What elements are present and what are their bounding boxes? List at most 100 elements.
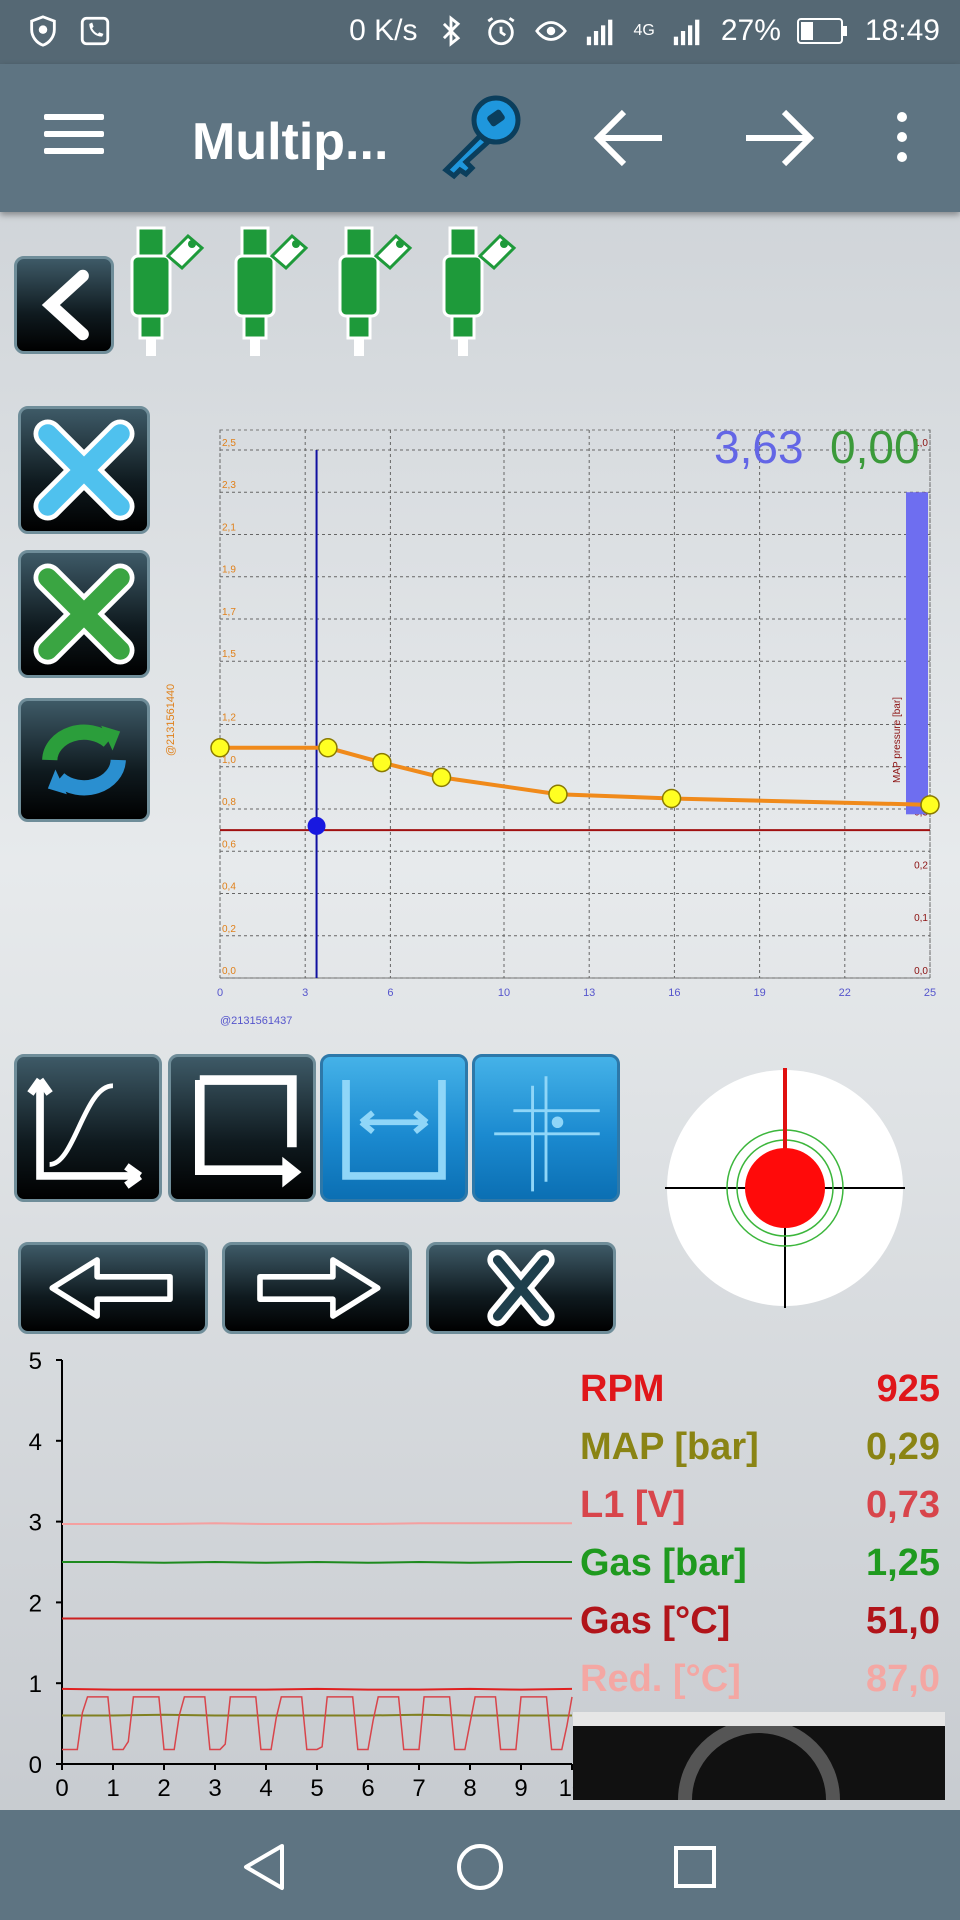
close-blue-icon [33,419,135,521]
gauge-thumbnail[interactable] [573,1712,945,1801]
y-axis-id: @2131561440 [165,684,177,756]
x-tick-label: 16 [668,987,680,999]
plot-frame [219,429,931,979]
y-tick-label: 2,3 [222,480,236,491]
chevron-left-icon [41,269,89,341]
x-tick-label: 10 [498,987,510,999]
battery-percent: 27% [720,14,781,47]
next-button[interactable] [222,1242,412,1334]
nav-recents-icon[interactable] [670,1842,720,1892]
signal-icon [673,19,700,46]
key-icon[interactable] [432,88,528,184]
y-tick-label: 0,8 [222,797,236,808]
arrow-left-icon[interactable] [592,100,668,176]
curve-point [661,788,682,809]
y-tick-label: 0,4 [222,882,236,893]
eye-icon [534,21,567,41]
back-button[interactable] [14,256,114,354]
status-bar: 0 K/s 4G 27% 18:49 [0,0,960,64]
clear-blue-button[interactable] [18,406,150,534]
curve-icon [27,1077,143,1189]
live-chart: 012345012345678910 [0,1340,586,1810]
nav-home-icon[interactable] [455,1842,505,1892]
y-tick-label: 2,5 [222,438,236,449]
y-tick-label: 4 [29,1429,42,1456]
bluetooth-icon [442,15,460,47]
delete-button[interactable] [426,1242,616,1334]
lambda-target [665,1068,905,1308]
curve-point [920,795,940,815]
more-vert-icon[interactable] [890,112,914,172]
readout-value: 51,0 [866,1599,940,1642]
rect-mode-button[interactable] [168,1054,316,1202]
readout-label: L1 [V] [580,1483,686,1526]
refresh-icon [42,724,126,796]
injector-icon[interactable] [430,222,536,362]
x-tick-label: 9 [514,1775,527,1802]
map-chart-svg[interactable]: 0 3 6 10 13 16 19 22 250,00,20,40,60,81,01,21,51… [160,420,940,1030]
alarm-icon [486,17,515,46]
readout-blue: 3,63 [714,421,804,473]
x-tick-label: 6 [387,987,393,999]
readout-value: 0,29 [866,1425,940,1468]
x-tick-label: 0 [55,1775,68,1802]
injector-icon[interactable] [222,222,328,362]
live-chart-svg: 012345012345678910 [29,1348,586,1802]
gauge-arc-icon [678,1719,840,1801]
x-tick-label: 0 [217,987,223,999]
y-tick-label: 1,5 [222,649,236,660]
series-line [61,1687,573,1691]
y-tick-label: 1 [29,1671,42,1698]
battery-icon [796,18,847,44]
y-tick-label: 5 [29,1348,42,1375]
arrow-right-icon[interactable] [740,100,816,176]
app-bar: Multip... [0,64,960,212]
close-green-icon [33,563,135,665]
readout-label: Gas [bar] [580,1541,747,1584]
prev-button[interactable] [18,1242,208,1334]
crosshair-icon [494,1076,600,1192]
map-pressure-bar [906,492,928,815]
curve-point [548,784,568,805]
width-mode-button[interactable] [320,1054,468,1202]
width-icon [342,1080,446,1180]
y-tick-label: 1,9 [222,565,236,576]
cursor-point [307,816,326,835]
readout-value: 87,0 [866,1657,940,1700]
shield-icon [30,15,56,47]
injector-icon[interactable] [326,222,432,362]
readout-row-map: MAP [bar] 0,29 [580,1418,940,1476]
series-line-l1 [62,1696,573,1751]
refresh-button[interactable] [18,698,150,822]
y-tick-label: 0,0 [222,966,236,977]
readout-value: 1,25 [866,1541,940,1584]
curve-point [210,738,230,758]
readout-row-rpm: RPM 925 [580,1360,940,1418]
x-tick-label: 7 [412,1775,425,1802]
readout-value: 0,73 [866,1483,940,1526]
x-tick-label: 19 [753,987,765,999]
crosshair-mode-button[interactable] [472,1054,620,1202]
clear-green-button[interactable] [18,550,150,678]
x-tick-label: 8 [463,1775,476,1802]
readout-row-l1: L1 [V] 0,73 [580,1476,940,1534]
injector-icon[interactable] [118,222,224,362]
rectangle-arrow-icon [194,1075,302,1188]
series-line [62,1713,572,1717]
y-tick-label: 0 [29,1752,42,1779]
y-right-tick-label: 0,0 [914,966,928,977]
y-right-tick-label: 0,2 [914,860,928,871]
x-tick-label: 2 [157,1775,170,1802]
menu-icon[interactable] [44,114,104,164]
arrow-right-icon [257,1257,381,1319]
y-right-tick-label: 0,1 [914,913,928,924]
y-tick-label: 0,6 [222,839,236,850]
series-line [62,1560,572,1564]
curve-mode-button[interactable] [14,1054,162,1202]
nav-back-icon[interactable] [240,1842,290,1892]
curve-point [431,767,452,788]
x-tick-label: 3 [208,1775,221,1802]
map-chart[interactable]: 0 3 6 10 13 16 19 22 25 0,0 0,2 0,4 0,6 0,8 1,0 1,2 1,5 1… [160,420,940,1030]
close-icon [487,1249,555,1327]
curve-point [372,752,392,773]
